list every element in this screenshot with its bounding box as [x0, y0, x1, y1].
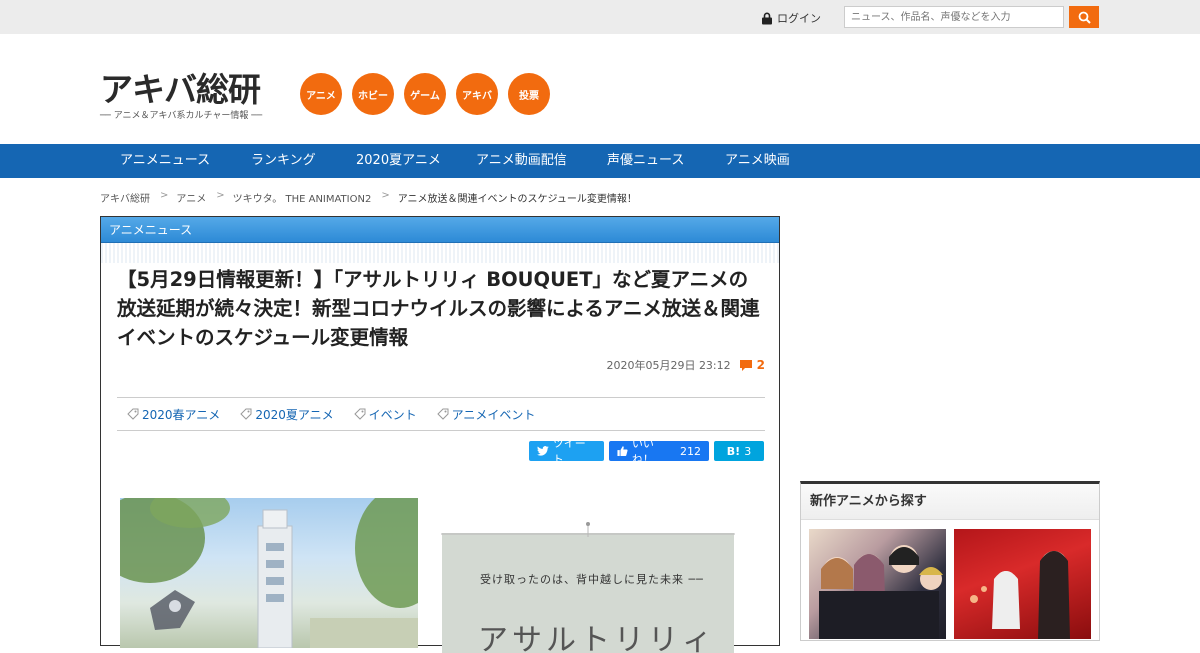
teaser-title: アサルトリリィ	[478, 623, 716, 653]
breadcrumb: アキバ総研 > アニメ > ツキウタ。 THE ANIMATION2 > アニメ…	[100, 190, 637, 205]
nav-item-voice-actor-news[interactable]: 声優ニュース	[607, 144, 684, 178]
tag-icon	[353, 408, 366, 420]
article-meta: 2020年05月29日 23:12 2	[606, 357, 765, 373]
anime-thumbnail[interactable]	[954, 529, 1091, 639]
tag-label: アニメイベント	[451, 407, 536, 422]
nav-item-anime-news[interactable]: アニメニュース	[120, 144, 210, 178]
comment-icon	[739, 359, 752, 371]
login-link[interactable]: ログイン	[761, 10, 821, 26]
tag-label: 2020夏アニメ	[255, 407, 334, 422]
like-count: 212	[680, 444, 701, 458]
site-logo[interactable]: アキバ総研 ── アニメ＆アキバ系カルチャー情報 ──	[100, 72, 282, 122]
tag-icon	[127, 408, 139, 420]
nav-item-anime-streaming[interactable]: アニメ動画配信	[476, 144, 567, 178]
anime-characters-icon	[970, 551, 1070, 639]
sidebar-heading: 新作アニメから探す	[801, 484, 1099, 520]
keyvisual-illustration-icon	[120, 498, 418, 648]
article-image-keyvisual[interactable]	[120, 498, 418, 648]
like-label: いいね！	[631, 437, 654, 466]
tag-item[interactable]: 2020夏アニメ	[240, 406, 334, 423]
tag-label: 2020春アニメ	[142, 407, 221, 422]
tag-icon	[240, 408, 252, 420]
article-date: 2020年05月29日 23:12	[606, 359, 731, 372]
tweet-label: ツイート	[552, 437, 586, 466]
tag-label: イベント	[368, 407, 417, 422]
thumbs-up-icon	[617, 446, 628, 457]
top-bar: ログイン	[0, 0, 1200, 34]
nav-item-ranking[interactable]: ランキング	[251, 144, 316, 178]
search-icon	[1078, 11, 1091, 24]
category-akiba-button[interactable]: アキバ	[456, 73, 498, 115]
hatena-count: 3	[744, 444, 752, 458]
tag-list: 2020春アニメ 2020夏アニメ イベント アニメイベント	[117, 397, 765, 431]
breadcrumb-separator: >	[216, 190, 225, 201]
category-hobby-button[interactable]: ホビー	[352, 73, 394, 115]
breadcrumb-current: アニメ放送＆関連イベントのスケジュール変更情報！	[397, 194, 637, 205]
category-anime-button[interactable]: アニメ	[300, 73, 342, 115]
breadcrumb-item[interactable]: アキバ総研	[100, 190, 150, 205]
tag-item[interactable]: 2020春アニメ	[127, 406, 220, 423]
logo-tagline: ── アニメ＆アキバ系カルチャー情報 ──	[100, 111, 263, 121]
teaser-tagline: 受け取ったのは、背中越しに見た未来 ──	[480, 573, 704, 586]
facebook-like-button[interactable]: いいね！ 212	[609, 437, 709, 466]
teaser-pin-icon	[441, 522, 735, 537]
share-buttons: ツイート いいね！ 212 B! 3	[529, 437, 764, 466]
search-input[interactable]	[844, 6, 1064, 28]
category-vote-button[interactable]: 投票	[508, 73, 550, 115]
nav-item-summer-anime[interactable]: 2020夏アニメ	[356, 144, 441, 178]
article-image-teaser[interactable]: 受け取ったのは、背中越しに見た未来 ── アサルトリリィ	[442, 533, 734, 653]
article: アニメニュース 【5月29日情報更新！】「アサルトリリィ BOUQUET」など夏…	[100, 216, 780, 653]
main-nav: アニメニュース ランキング 2020夏アニメ アニメ動画配信 声優ニュース アニ…	[0, 144, 1200, 178]
article-title: 【5月29日情報更新！】「アサルトリリィ BOUQUET」など夏アニメの放送延期…	[117, 268, 760, 349]
comment-link[interactable]: 2	[739, 358, 765, 372]
header-stripes	[101, 243, 779, 263]
anime-characters-icon	[819, 545, 943, 639]
comment-count: 2	[756, 358, 765, 372]
logo-text: アキバ総研	[100, 70, 261, 109]
login-label: ログイン	[777, 12, 821, 25]
breadcrumb-item[interactable]: ツキウタ。 THE ANIMATION2	[233, 190, 372, 205]
search-button[interactable]	[1069, 6, 1099, 28]
nav-item-anime-movie[interactable]: アニメ映画	[725, 144, 790, 178]
tag-item[interactable]: イベント	[353, 406, 417, 423]
twitter-bird-icon	[537, 446, 549, 456]
breadcrumb-separator: >	[381, 190, 390, 201]
article-category-label[interactable]: アニメニュース	[101, 217, 779, 243]
tweet-button[interactable]: ツイート	[529, 437, 604, 466]
sidebar-new-anime: 新作アニメから探す	[800, 481, 1100, 641]
anime-thumbnail[interactable]	[809, 529, 946, 639]
hatena-label: B!	[726, 444, 741, 458]
lock-icon	[762, 12, 772, 24]
breadcrumb-item[interactable]: アニメ	[176, 190, 206, 205]
breadcrumb-separator: >	[160, 190, 169, 201]
category-game-button[interactable]: ゲーム	[404, 73, 446, 115]
tag-item[interactable]: アニメイベント	[436, 406, 536, 423]
hatena-bookmark-button[interactable]: B! 3	[714, 441, 764, 461]
tag-icon	[436, 408, 449, 420]
